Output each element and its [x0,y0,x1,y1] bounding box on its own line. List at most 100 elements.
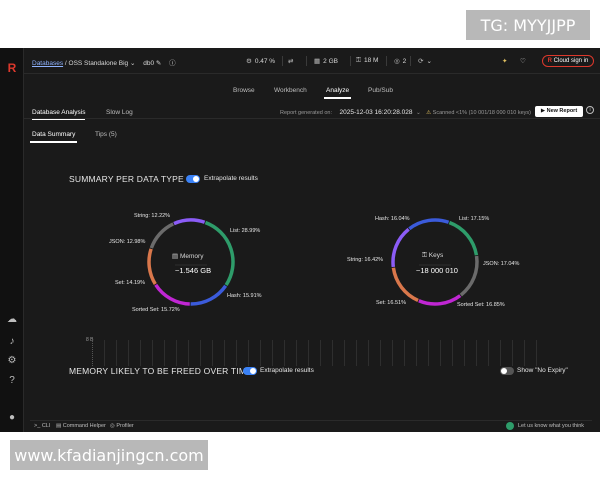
tab-tips[interactable]: Tips (5) [95,131,117,138]
extrapolate-toggle[interactable] [186,175,200,183]
memory-label-json: JSON: 12.98% [109,239,146,245]
notification-icon[interactable]: ♡ [520,57,526,65]
key-icon: ⚿ [422,252,427,259]
info-icon[interactable]: ⓘ [169,60,176,67]
redis-icon: R [547,58,552,64]
db-index[interactable]: db0 [143,60,154,67]
database-icon: ▤ [172,253,179,260]
watermark-bottom: www.kfadianjingcn.com [10,440,208,470]
chevron-down-icon: ⌄ [416,110,421,116]
freed-chart-area [92,340,548,366]
settings-icon[interactable]: ⚙ [6,355,18,367]
keys-center-title: ⚿ Keys [422,252,444,259]
memory-slice-json[interactable] [149,222,174,249]
tab-workbench[interactable]: Workbench [274,87,307,94]
tab-analyze[interactable]: Analyze [323,87,352,99]
keys-label-hash: Hash: 16.04% [375,216,410,222]
memory-slice-set[interactable] [147,248,157,286]
db-name-select[interactable]: OSS Standalone Big [69,60,129,67]
warning-icon: ⚠ [426,110,432,116]
report-date-select[interactable]: 2025-12-03 16:20:28.028 [340,109,413,116]
clients-value: 2 [402,58,407,65]
tab-browse[interactable]: Browse [233,87,255,94]
memory-label-sorted-set: Sorted Set: 15.72% [132,307,180,313]
profiler-button[interactable]: ◎ Profiler [110,423,134,429]
redis-logo-icon[interactable]: R [5,61,19,75]
freed-extrapolate-toggle[interactable] [243,367,257,375]
github-icon[interactable]: ● [6,412,18,424]
keys-slice-hash[interactable] [408,218,450,231]
scanned-info: Scanned <1% (10 001/18 000 010 keys) [432,110,531,116]
keys-slice-list[interactable] [448,220,479,256]
breadcrumb: Databases / OSS Standalone Big ⌄ db0 ✎ ⓘ [32,57,176,67]
freed-extrapolate-label: Extrapolate results [260,367,314,374]
watermark-top: TG: MYYJJPP [466,10,590,40]
divider [386,56,387,66]
tab-pubsub[interactable]: Pub/Sub [368,87,393,94]
memory-slice-sorted-set[interactable] [154,283,190,306]
command-helper-button[interactable]: ▤ Command Helper [56,423,106,429]
memory-slice-list[interactable] [204,220,235,286]
tab-database-analysis[interactable]: Database Analysis [32,109,86,120]
help-icon[interactable]: ? [6,375,18,387]
feedback-icon[interactable] [506,422,514,430]
keys-slice-string[interactable] [391,227,410,268]
keys-label-sorted-set: Sorted Set: 16.85% [457,302,505,308]
keys-donut-chart [391,218,479,306]
keys-value: 18 M [363,57,379,64]
breadcrumb-databases-link[interactable]: Databases [32,60,63,67]
edit-icon[interactable]: ✎ [156,60,161,67]
feedback-link[interactable]: Let us know what you think [518,423,584,429]
memory-donut-chart [147,218,235,306]
key-icon: ⚿ [356,57,361,64]
left-rail: R ☁ ♪ ⚙ ? ● [0,48,24,432]
cloud-icon[interactable]: ☁ [6,314,18,326]
cloud-signin-label: Cloud sign in [553,58,589,64]
keys-slice-json[interactable] [459,255,479,297]
bottom-bar: >_ CLI ▤ Command Helper ◎ Profiler Let u… [30,420,592,431]
chevron-down-icon: ⌄ [129,60,136,67]
report-info: Report generated on: 2025-12-03 16:20:28… [280,109,531,116]
refresh-icon[interactable]: ⟳ ⌄ [418,57,432,65]
cli-label: CLI [41,423,51,429]
memory-label-string: String: 12.22% [134,213,171,219]
divider [410,56,411,66]
memory-center-title: ▤ Memory [172,253,204,260]
no-expiry-toggle[interactable] [500,367,514,375]
info-icon[interactable]: i [586,106,594,114]
memory-value: 2 GB [323,58,338,65]
memory-center-value: ~1.546 GB [175,266,212,275]
memory-label-list: List: 28.99% [230,228,261,234]
main-tabs: Browse Workbench Analyze Pub/Sub [24,74,600,100]
keys-slice-set[interactable] [391,267,419,303]
tab-data-summary[interactable]: Data Summary [29,131,78,143]
memory-slice-hash[interactable] [190,284,228,306]
analysis-subtabs: Database Analysis Slow Log Report genera… [24,101,600,120]
no-expiry-label: Show "No Expiry" [517,367,568,374]
top-bar: Databases / OSS Standalone Big ⌄ db0 ✎ ⓘ… [24,48,600,74]
clients-icon: ◎ [394,58,400,65]
keys-label-json: JSON: 17.04% [483,261,520,267]
memory-slice-string[interactable] [173,218,206,226]
cpu-stat: ⚙ 0.47 % [246,57,275,65]
tab-slow-log[interactable]: Slow Log [106,109,133,116]
bell-icon[interactable]: ♪ [6,336,18,348]
sparkle-icon[interactable]: ✦ [502,57,507,65]
extrapolate-label: Extrapolate results [204,175,258,182]
breadcrumb-separator: / [64,60,67,67]
keys-slice-sorted-set[interactable] [418,294,462,306]
memory-icon: ▦ [314,58,321,65]
cpu-value: 0.47 % [254,58,276,65]
clients-stat: ◎ 2 [394,57,406,65]
keys-label-list: List: 17.15% [459,216,490,222]
command-helper-label: Command Helper [62,423,106,429]
keys-stat: ⚿ 18 M [356,57,378,65]
new-report-button[interactable]: ▶ New Report [535,106,583,117]
divider [350,56,351,66]
summary-title: SUMMARY PER DATA TYPE [69,174,184,184]
profiler-label: Profiler [116,423,134,429]
keys-label-set: Set: 16.51% [376,300,406,306]
cli-button[interactable]: >_ CLI [34,423,50,429]
freed-title: MEMORY LIKELY TO BE FREED OVER TIME [69,366,253,376]
cloud-signin-button[interactable]: R Cloud sign in [542,55,594,67]
